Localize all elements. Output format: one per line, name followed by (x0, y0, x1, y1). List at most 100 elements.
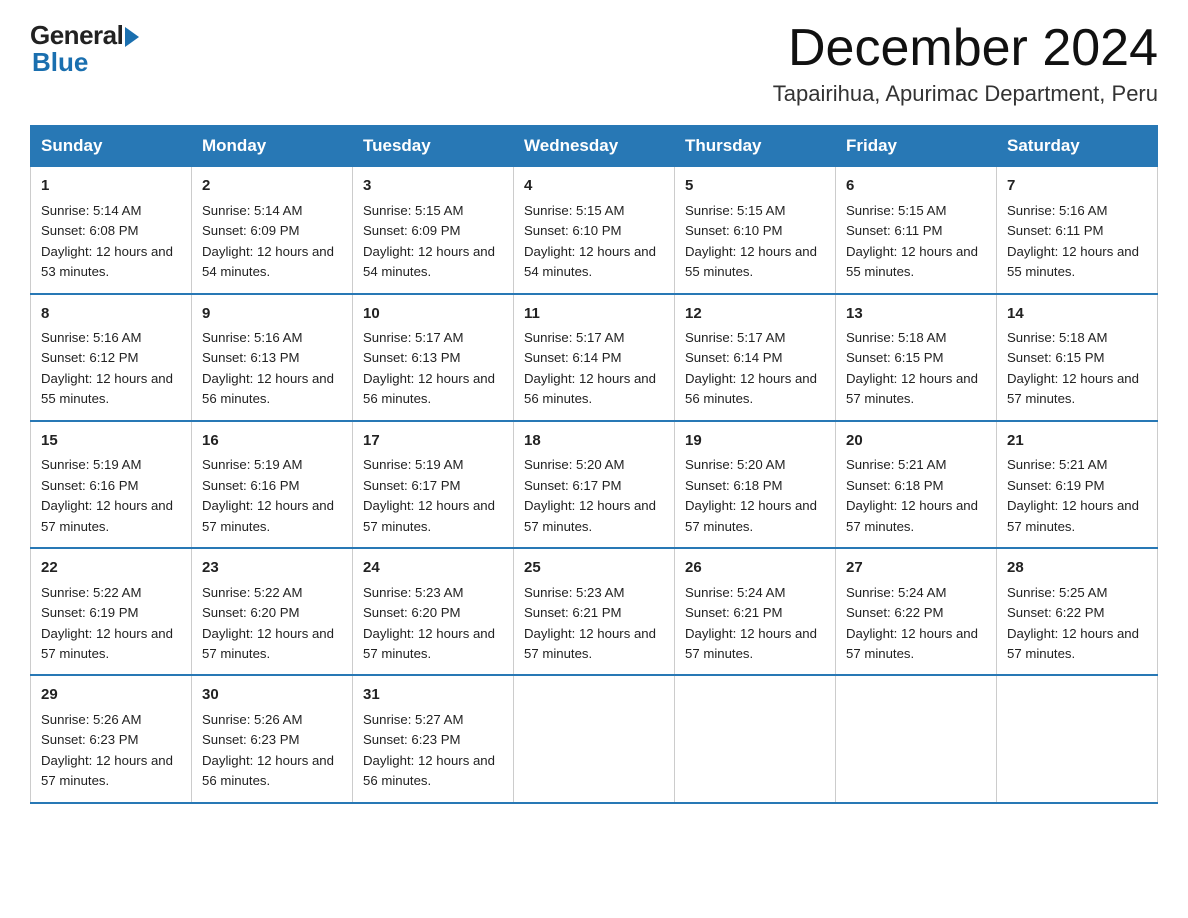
calendar-cell (514, 675, 675, 802)
calendar-cell: 19Sunrise: 5:20 AMSunset: 6:18 PMDayligh… (675, 421, 836, 548)
day-info: Sunrise: 5:18 AMSunset: 6:15 PMDaylight:… (846, 328, 986, 410)
day-info: Sunrise: 5:21 AMSunset: 6:18 PMDaylight:… (846, 455, 986, 537)
day-info: Sunrise: 5:20 AMSunset: 6:17 PMDaylight:… (524, 455, 664, 537)
calendar-cell: 8Sunrise: 5:16 AMSunset: 6:12 PMDaylight… (31, 294, 192, 421)
day-number: 31 (363, 684, 503, 707)
header-sunday: Sunday (31, 126, 192, 167)
day-number: 20 (846, 430, 986, 453)
day-info: Sunrise: 5:21 AMSunset: 6:19 PMDaylight:… (1007, 455, 1147, 537)
day-number: 27 (846, 557, 986, 580)
day-number: 25 (524, 557, 664, 580)
calendar-cell: 29 Sunrise: 5:26 AMSunset: 6:23 PMDayligh… (31, 675, 192, 802)
day-number: 28 (1007, 557, 1147, 580)
calendar-week-row: 29 Sunrise: 5:26 AMSunset: 6:23 PMDayligh… (31, 675, 1158, 802)
calendar-cell: 27 Sunrise: 5:24 AMSunset: 6:22 PMDayligh… (836, 548, 997, 675)
day-info: Sunrise: 5:16 AMSunset: 6:12 PMDaylight:… (41, 328, 181, 410)
calendar-cell: 9Sunrise: 5:16 AMSunset: 6:13 PMDaylight… (192, 294, 353, 421)
day-info: Sunrise: 5:26 AMSunset: 6:23 PMDaylight:… (41, 710, 181, 792)
calendar-cell: 23 Sunrise: 5:22 AMSunset: 6:20 PMDayligh… (192, 548, 353, 675)
day-number: 26 (685, 557, 825, 580)
day-info: Sunrise: 5:16 AMSunset: 6:13 PMDaylight:… (202, 328, 342, 410)
calendar-cell: 2Sunrise: 5:14 AMSunset: 6:09 PMDaylight… (192, 167, 353, 294)
calendar-cell: 25 Sunrise: 5:23 AMSunset: 6:21 PMDayligh… (514, 548, 675, 675)
calendar-cell (836, 675, 997, 802)
header-saturday: Saturday (997, 126, 1158, 167)
calendar-cell: 14Sunrise: 5:18 AMSunset: 6:15 PMDayligh… (997, 294, 1158, 421)
day-number: 7 (1007, 175, 1147, 198)
calendar-cell: 16Sunrise: 5:19 AMSunset: 6:16 PMDayligh… (192, 421, 353, 548)
page-header: General Blue December 2024 Tapairihua, A… (30, 20, 1158, 107)
day-info: Sunrise: 5:20 AMSunset: 6:18 PMDaylight:… (685, 455, 825, 537)
calendar-cell: 18Sunrise: 5:20 AMSunset: 6:17 PMDayligh… (514, 421, 675, 548)
calendar-cell: 12Sunrise: 5:17 AMSunset: 6:14 PMDayligh… (675, 294, 836, 421)
day-number: 24 (363, 557, 503, 580)
day-info: Sunrise: 5:14 AMSunset: 6:09 PMDaylight:… (202, 201, 342, 283)
title-area: December 2024 Tapairihua, Apurimac Depar… (773, 20, 1158, 107)
day-number: 11 (524, 303, 664, 326)
calendar-cell: 17Sunrise: 5:19 AMSunset: 6:17 PMDayligh… (353, 421, 514, 548)
calendar-cell: 20Sunrise: 5:21 AMSunset: 6:18 PMDayligh… (836, 421, 997, 548)
location-title: Tapairihua, Apurimac Department, Peru (773, 81, 1158, 107)
day-number: 17 (363, 430, 503, 453)
calendar-week-row: 1Sunrise: 5:14 AMSunset: 6:08 PMDaylight… (31, 167, 1158, 294)
day-info: Sunrise: 5:15 AMSunset: 6:09 PMDaylight:… (363, 201, 503, 283)
calendar-cell (675, 675, 836, 802)
day-info: Sunrise: 5:25 AMSunset: 6:22 PMDaylight:… (1007, 583, 1147, 665)
day-number: 9 (202, 303, 342, 326)
day-info: Sunrise: 5:19 AMSunset: 6:17 PMDaylight:… (363, 455, 503, 537)
day-info: Sunrise: 5:26 AMSunset: 6:23 PMDaylight:… (202, 710, 342, 792)
calendar-cell: 15Sunrise: 5:19 AMSunset: 6:16 PMDayligh… (31, 421, 192, 548)
calendar-cell: 26 Sunrise: 5:24 AMSunset: 6:21 PMDayligh… (675, 548, 836, 675)
day-number: 5 (685, 175, 825, 198)
day-info: Sunrise: 5:18 AMSunset: 6:15 PMDaylight:… (1007, 328, 1147, 410)
day-number: 12 (685, 303, 825, 326)
day-info: Sunrise: 5:17 AMSunset: 6:14 PMDaylight:… (524, 328, 664, 410)
day-info: Sunrise: 5:17 AMSunset: 6:13 PMDaylight:… (363, 328, 503, 410)
day-info: Sunrise: 5:14 AMSunset: 6:08 PMDaylight:… (41, 201, 181, 283)
calendar-cell: 22 Sunrise: 5:22 AMSunset: 6:19 PMDayligh… (31, 548, 192, 675)
calendar-cell: 3 Sunrise: 5:15 AMSunset: 6:09 PMDaylight… (353, 167, 514, 294)
calendar-table: SundayMondayTuesdayWednesdayThursdayFrid… (30, 125, 1158, 804)
calendar-cell: 5 Sunrise: 5:15 AMSunset: 6:10 PMDaylight… (675, 167, 836, 294)
day-info: Sunrise: 5:24 AMSunset: 6:21 PMDaylight:… (685, 583, 825, 665)
day-info: Sunrise: 5:19 AMSunset: 6:16 PMDaylight:… (41, 455, 181, 537)
header-monday: Monday (192, 126, 353, 167)
day-number: 6 (846, 175, 986, 198)
header-wednesday: Wednesday (514, 126, 675, 167)
calendar-week-row: 22 Sunrise: 5:22 AMSunset: 6:19 PMDayligh… (31, 548, 1158, 675)
day-number: 3 (363, 175, 503, 198)
logo-blue-text: Blue (32, 47, 88, 78)
calendar-cell: 28 Sunrise: 5:25 AMSunset: 6:22 PMDayligh… (997, 548, 1158, 675)
calendar-cell (997, 675, 1158, 802)
day-number: 22 (41, 557, 181, 580)
day-info: Sunrise: 5:15 AMSunset: 6:10 PMDaylight:… (685, 201, 825, 283)
day-number: 15 (41, 430, 181, 453)
day-number: 23 (202, 557, 342, 580)
calendar-cell: 1Sunrise: 5:14 AMSunset: 6:08 PMDaylight… (31, 167, 192, 294)
day-number: 16 (202, 430, 342, 453)
header-friday: Friday (836, 126, 997, 167)
calendar-cell: 4 Sunrise: 5:15 AMSunset: 6:10 PMDaylight… (514, 167, 675, 294)
day-info: Sunrise: 5:27 AMSunset: 6:23 PMDaylight:… (363, 710, 503, 792)
header-tuesday: Tuesday (353, 126, 514, 167)
calendar-cell: 6 Sunrise: 5:15 AMSunset: 6:11 PMDaylight… (836, 167, 997, 294)
calendar-cell: 7Sunrise: 5:16 AMSunset: 6:11 PMDaylight… (997, 167, 1158, 294)
calendar-cell: 11Sunrise: 5:17 AMSunset: 6:14 PMDayligh… (514, 294, 675, 421)
day-info: Sunrise: 5:24 AMSunset: 6:22 PMDaylight:… (846, 583, 986, 665)
day-number: 29 (41, 684, 181, 707)
logo-arrow-icon (125, 27, 139, 47)
day-number: 4 (524, 175, 664, 198)
day-number: 10 (363, 303, 503, 326)
day-info: Sunrise: 5:19 AMSunset: 6:16 PMDaylight:… (202, 455, 342, 537)
calendar-header-row: SundayMondayTuesdayWednesdayThursdayFrid… (31, 126, 1158, 167)
day-info: Sunrise: 5:23 AMSunset: 6:21 PMDaylight:… (524, 583, 664, 665)
day-number: 21 (1007, 430, 1147, 453)
day-number: 13 (846, 303, 986, 326)
logo: General Blue (30, 20, 139, 78)
day-info: Sunrise: 5:15 AMSunset: 6:10 PMDaylight:… (524, 201, 664, 283)
day-info: Sunrise: 5:22 AMSunset: 6:20 PMDaylight:… (202, 583, 342, 665)
calendar-week-row: 8Sunrise: 5:16 AMSunset: 6:12 PMDaylight… (31, 294, 1158, 421)
day-info: Sunrise: 5:22 AMSunset: 6:19 PMDaylight:… (41, 583, 181, 665)
day-number: 8 (41, 303, 181, 326)
day-info: Sunrise: 5:15 AMSunset: 6:11 PMDaylight:… (846, 201, 986, 283)
